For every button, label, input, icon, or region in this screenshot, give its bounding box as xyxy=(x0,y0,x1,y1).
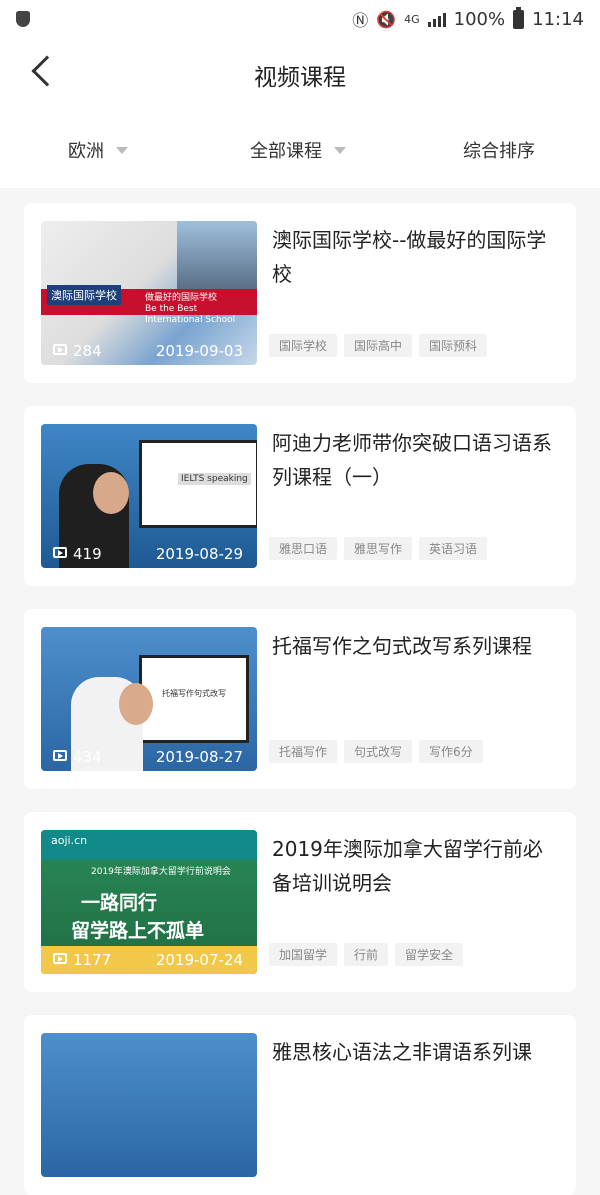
view-count: 1177 xyxy=(73,951,112,969)
status-bar: Ⓝ 🔇 4G 100% 11:14 xyxy=(0,0,600,38)
tag[interactable]: 留学安全 xyxy=(395,943,464,966)
course-title[interactable]: 托福写作之句式改写系列课程 xyxy=(272,629,556,663)
course-card[interactable]: aoji.cn 2019年澳际加拿大留学行前说明会 一路同行 留学路上不孤单 1… xyxy=(24,812,576,992)
course-thumbnail[interactable] xyxy=(41,1033,257,1177)
tag[interactable]: 国际高中 xyxy=(344,334,413,357)
thumbnail-slogan: 做最好的国际学校 Be the Best International Schoo… xyxy=(145,293,257,326)
course-title[interactable]: 阿迪力老师带你突破口语习语系列课程（一） xyxy=(272,426,556,494)
headline-2: 留学路上不孤单 xyxy=(71,920,205,942)
brand-text: aoji.cn xyxy=(51,834,88,847)
course-title[interactable]: 澳际国际学校--做最好的国际学校 xyxy=(272,223,556,291)
page-title: 视频课程 xyxy=(254,65,346,91)
shield-icon xyxy=(16,11,30,27)
sort-filter-label: 综合排序 xyxy=(463,141,535,162)
tag[interactable]: 雅思口语 xyxy=(269,537,338,560)
nav-bar: 视频课程 xyxy=(0,38,600,112)
caret-down-icon xyxy=(116,146,128,154)
screen-text: 托福写作句式改写 xyxy=(162,689,226,698)
view-count: 419 xyxy=(73,545,102,563)
clock: 11:14 xyxy=(532,8,584,30)
course-card[interactable]: 托福写作句式改写 434 2019-08-27 托福写作之句式改写系列课程 托福… xyxy=(24,609,576,789)
course-card[interactable]: 雅思核心语法之非谓语系列课 xyxy=(24,1015,576,1195)
school-logo: 澳际国际学校 xyxy=(47,285,121,305)
publish-date: 2019-08-27 xyxy=(155,748,243,766)
mute-icon: 🔇 xyxy=(376,9,397,29)
tag[interactable]: 托福写作 xyxy=(269,740,338,763)
tag[interactable]: 写作6分 xyxy=(419,740,483,763)
tag-list: 加国留学 行前 留学安全 xyxy=(269,943,464,966)
view-count: 434 xyxy=(73,748,102,766)
network-label: 4G xyxy=(404,12,420,26)
publish-date: 2019-09-03 xyxy=(155,342,243,360)
headline-1: 一路同行 xyxy=(81,892,158,914)
tag[interactable]: 句式改写 xyxy=(344,740,413,763)
region-filter[interactable]: 欧洲 xyxy=(68,137,128,163)
tag[interactable]: 国际学校 xyxy=(269,334,338,357)
back-arrow-icon[interactable] xyxy=(31,55,63,87)
course-filter-label: 全部课程 xyxy=(250,141,322,162)
presentation-screen: 托福写作句式改写 xyxy=(139,655,249,743)
tag-list: 国际学校 国际高中 国际预科 xyxy=(269,334,488,357)
caret-down-icon xyxy=(334,146,346,154)
tag[interactable]: 英语习语 xyxy=(419,537,488,560)
building-image xyxy=(177,221,257,289)
course-card[interactable]: 澳际国际学校 做最好的国际学校 Be the Best Internationa… xyxy=(24,203,576,383)
course-title[interactable]: 雅思核心语法之非谓语系列课 xyxy=(272,1035,556,1069)
presentation-screen: IELTS speaking xyxy=(139,440,257,528)
tag-list: 托福写作 句式改写 写作6分 xyxy=(269,740,483,763)
tag[interactable]: 加国留学 xyxy=(269,943,338,966)
slogan-en: Be the Best International School xyxy=(145,304,236,325)
publish-date: 2019-08-29 xyxy=(155,545,243,563)
course-thumbnail[interactable]: aoji.cn 2019年澳际加拿大留学行前说明会 一路同行 留学路上不孤单 1… xyxy=(41,830,257,974)
course-thumbnail[interactable]: IELTS speaking 419 2019-08-29 xyxy=(41,424,257,568)
course-thumbnail[interactable]: 澳际国际学校 做最好的国际学校 Be the Best Internationa… xyxy=(41,221,257,365)
tag[interactable]: 国际预科 xyxy=(419,334,488,357)
play-count-icon xyxy=(53,750,67,761)
course-filter[interactable]: 全部课程 xyxy=(250,137,346,163)
course-thumbnail[interactable]: 托福写作句式改写 434 2019-08-27 xyxy=(41,627,257,771)
slogan-cn: 做最好的国际学校 xyxy=(145,293,218,303)
screen-text: IELTS speaking xyxy=(178,473,251,485)
battery-icon xyxy=(513,6,525,29)
region-filter-label: 欧洲 xyxy=(68,141,104,162)
sort-filter[interactable]: 综合排序 xyxy=(463,137,535,163)
play-count-icon xyxy=(53,953,67,964)
battery-percent: 100% xyxy=(453,8,506,30)
tag[interactable]: 行前 xyxy=(344,943,389,966)
tag-list: 雅思口语 雅思写作 英语习语 xyxy=(269,537,488,560)
course-card[interactable]: IELTS speaking 419 2019-08-29 阿迪力老师带你突破口… xyxy=(24,406,576,586)
course-title[interactable]: 2019年澳际加拿大留学行前必备培训说明会 xyxy=(272,832,556,900)
view-count: 284 xyxy=(73,342,102,360)
play-count-icon xyxy=(53,344,67,355)
event-subtitle: 2019年澳际加拿大留学行前说明会 xyxy=(91,867,231,877)
play-count-icon xyxy=(53,547,67,558)
tag[interactable]: 雅思写作 xyxy=(344,537,413,560)
nfc-icon: Ⓝ xyxy=(352,11,369,30)
filter-bar: 欧洲 全部课程 综合排序 xyxy=(0,112,600,188)
publish-date: 2019-07-24 xyxy=(155,951,243,969)
signal-icon xyxy=(427,11,446,27)
